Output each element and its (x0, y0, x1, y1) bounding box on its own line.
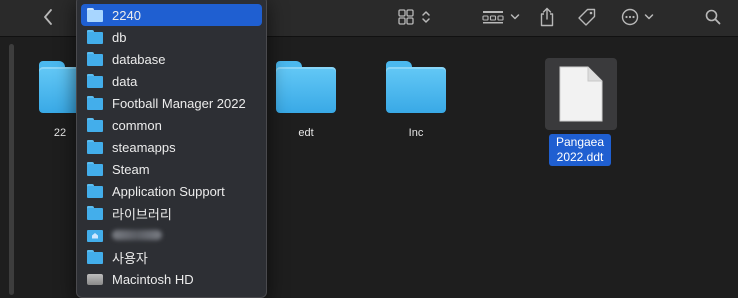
folder-icon (87, 162, 103, 176)
folder-icon (386, 61, 446, 113)
users-folder-icon (87, 250, 103, 264)
file-name-line-2: 2022.ddt (556, 150, 604, 164)
chevron-updown-icon (421, 11, 430, 23)
path-item-steamapps[interactable]: steamapps (81, 136, 262, 158)
path-item-macintosh-hd[interactable]: Macintosh HD (81, 268, 262, 290)
folder-icon (87, 184, 103, 198)
path-item-data[interactable]: data (81, 70, 262, 92)
folder-icon (276, 61, 336, 113)
path-item-db[interactable]: db (81, 26, 262, 48)
file-name-label[interactable]: Pangaea 2022.ddt (549, 134, 611, 166)
folder-label: 22 (53, 127, 67, 139)
path-item-label: common (112, 117, 162, 133)
home-folder-icon (87, 228, 103, 242)
path-item-label: Steam (112, 161, 150, 177)
search-icon (705, 9, 721, 25)
path-item-label: 사용자 (112, 250, 148, 266)
path-item-label: 2240 (112, 7, 141, 23)
group-by-button[interactable] (479, 4, 523, 30)
disk-icon (87, 272, 103, 286)
path-item-database[interactable]: database (81, 48, 262, 70)
path-item-label: db (112, 29, 127, 45)
folder-icon (87, 52, 103, 66)
document-icon (559, 66, 603, 122)
chevron-down-icon (510, 14, 520, 20)
ellipsis-circle-icon (621, 8, 638, 26)
folder-icon (87, 96, 103, 110)
path-item-label: Application Support (112, 183, 225, 199)
path-item-label: steamapps (112, 139, 176, 155)
path-item-label: Football Manager 2022 (112, 95, 246, 111)
path-item-users[interactable]: 사용자 (81, 246, 262, 268)
more-actions-button[interactable] (616, 4, 658, 30)
folder-icon (87, 30, 103, 44)
chevron-down-icon (644, 14, 653, 20)
folder-label: Inc (408, 127, 424, 139)
path-item-label: Macintosh HD (112, 271, 194, 287)
path-item-home[interactable] (81, 224, 262, 246)
redacted-username (112, 228, 162, 243)
path-dropdown-menu: 2240 db database data Football Manager 2… (76, 0, 267, 298)
path-item-application-support[interactable]: Application Support (81, 180, 262, 202)
share-button[interactable] (535, 4, 559, 30)
path-item-common[interactable]: common (81, 114, 262, 136)
view-mode-button[interactable] (391, 4, 437, 30)
folder-icon (87, 74, 103, 88)
path-item-label: data (112, 73, 138, 89)
share-icon (540, 7, 554, 27)
path-item-label: 라이브러리 (112, 206, 172, 222)
group-by-icon (482, 11, 504, 24)
search-button[interactable] (701, 4, 725, 30)
file-name-line-1: Pangaea (555, 135, 605, 149)
folder-icon (87, 206, 103, 220)
folder-icon (87, 118, 103, 132)
scrollbar[interactable] (9, 44, 14, 295)
back-button[interactable] (36, 4, 60, 30)
path-item-football-manager-2022[interactable]: Football Manager 2022 (81, 92, 262, 114)
folder-label: edt (298, 127, 314, 139)
tag-button[interactable] (575, 4, 599, 30)
chevron-left-icon (44, 9, 52, 25)
tag-icon (578, 8, 596, 26)
folder-item[interactable]: edt (261, 61, 351, 141)
path-item-2240[interactable]: 2240 (81, 4, 262, 26)
grid-view-icon (397, 9, 414, 25)
path-item-steam[interactable]: Steam (81, 158, 262, 180)
path-item-label: database (112, 51, 166, 67)
folder-item[interactable]: Inc (371, 61, 461, 141)
folder-icon (87, 140, 103, 154)
path-item-library[interactable]: 라이브러리 (81, 202, 262, 224)
folder-icon (87, 8, 103, 22)
